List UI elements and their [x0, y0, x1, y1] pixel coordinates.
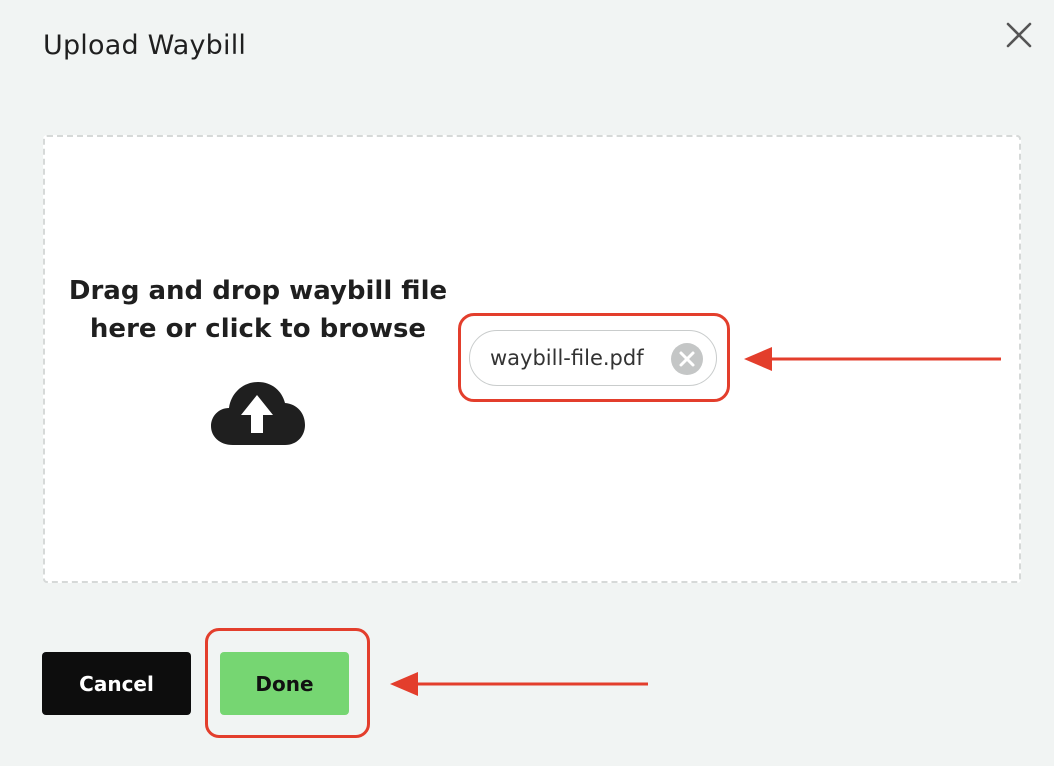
uploaded-file-chip: waybill-file.pdf — [469, 330, 717, 386]
cancel-button[interactable]: Cancel — [42, 652, 191, 715]
remove-circle-icon[interactable] — [671, 343, 703, 375]
upload-waybill-dialog: Upload Waybill Drag and drop waybill fil… — [0, 0, 1054, 766]
done-button[interactable]: Done — [220, 652, 349, 715]
close-icon[interactable] — [1002, 18, 1036, 52]
dialog-title: Upload Waybill — [43, 30, 247, 61]
annotation-arrow-file — [744, 347, 1001, 371]
file-name: waybill-file.pdf — [490, 346, 644, 370]
cloud-upload-icon — [211, 382, 305, 445]
annotation-arrow-done — [390, 672, 648, 696]
dropzone-instructions: Drag and drop waybill file here or click… — [68, 276, 448, 344]
